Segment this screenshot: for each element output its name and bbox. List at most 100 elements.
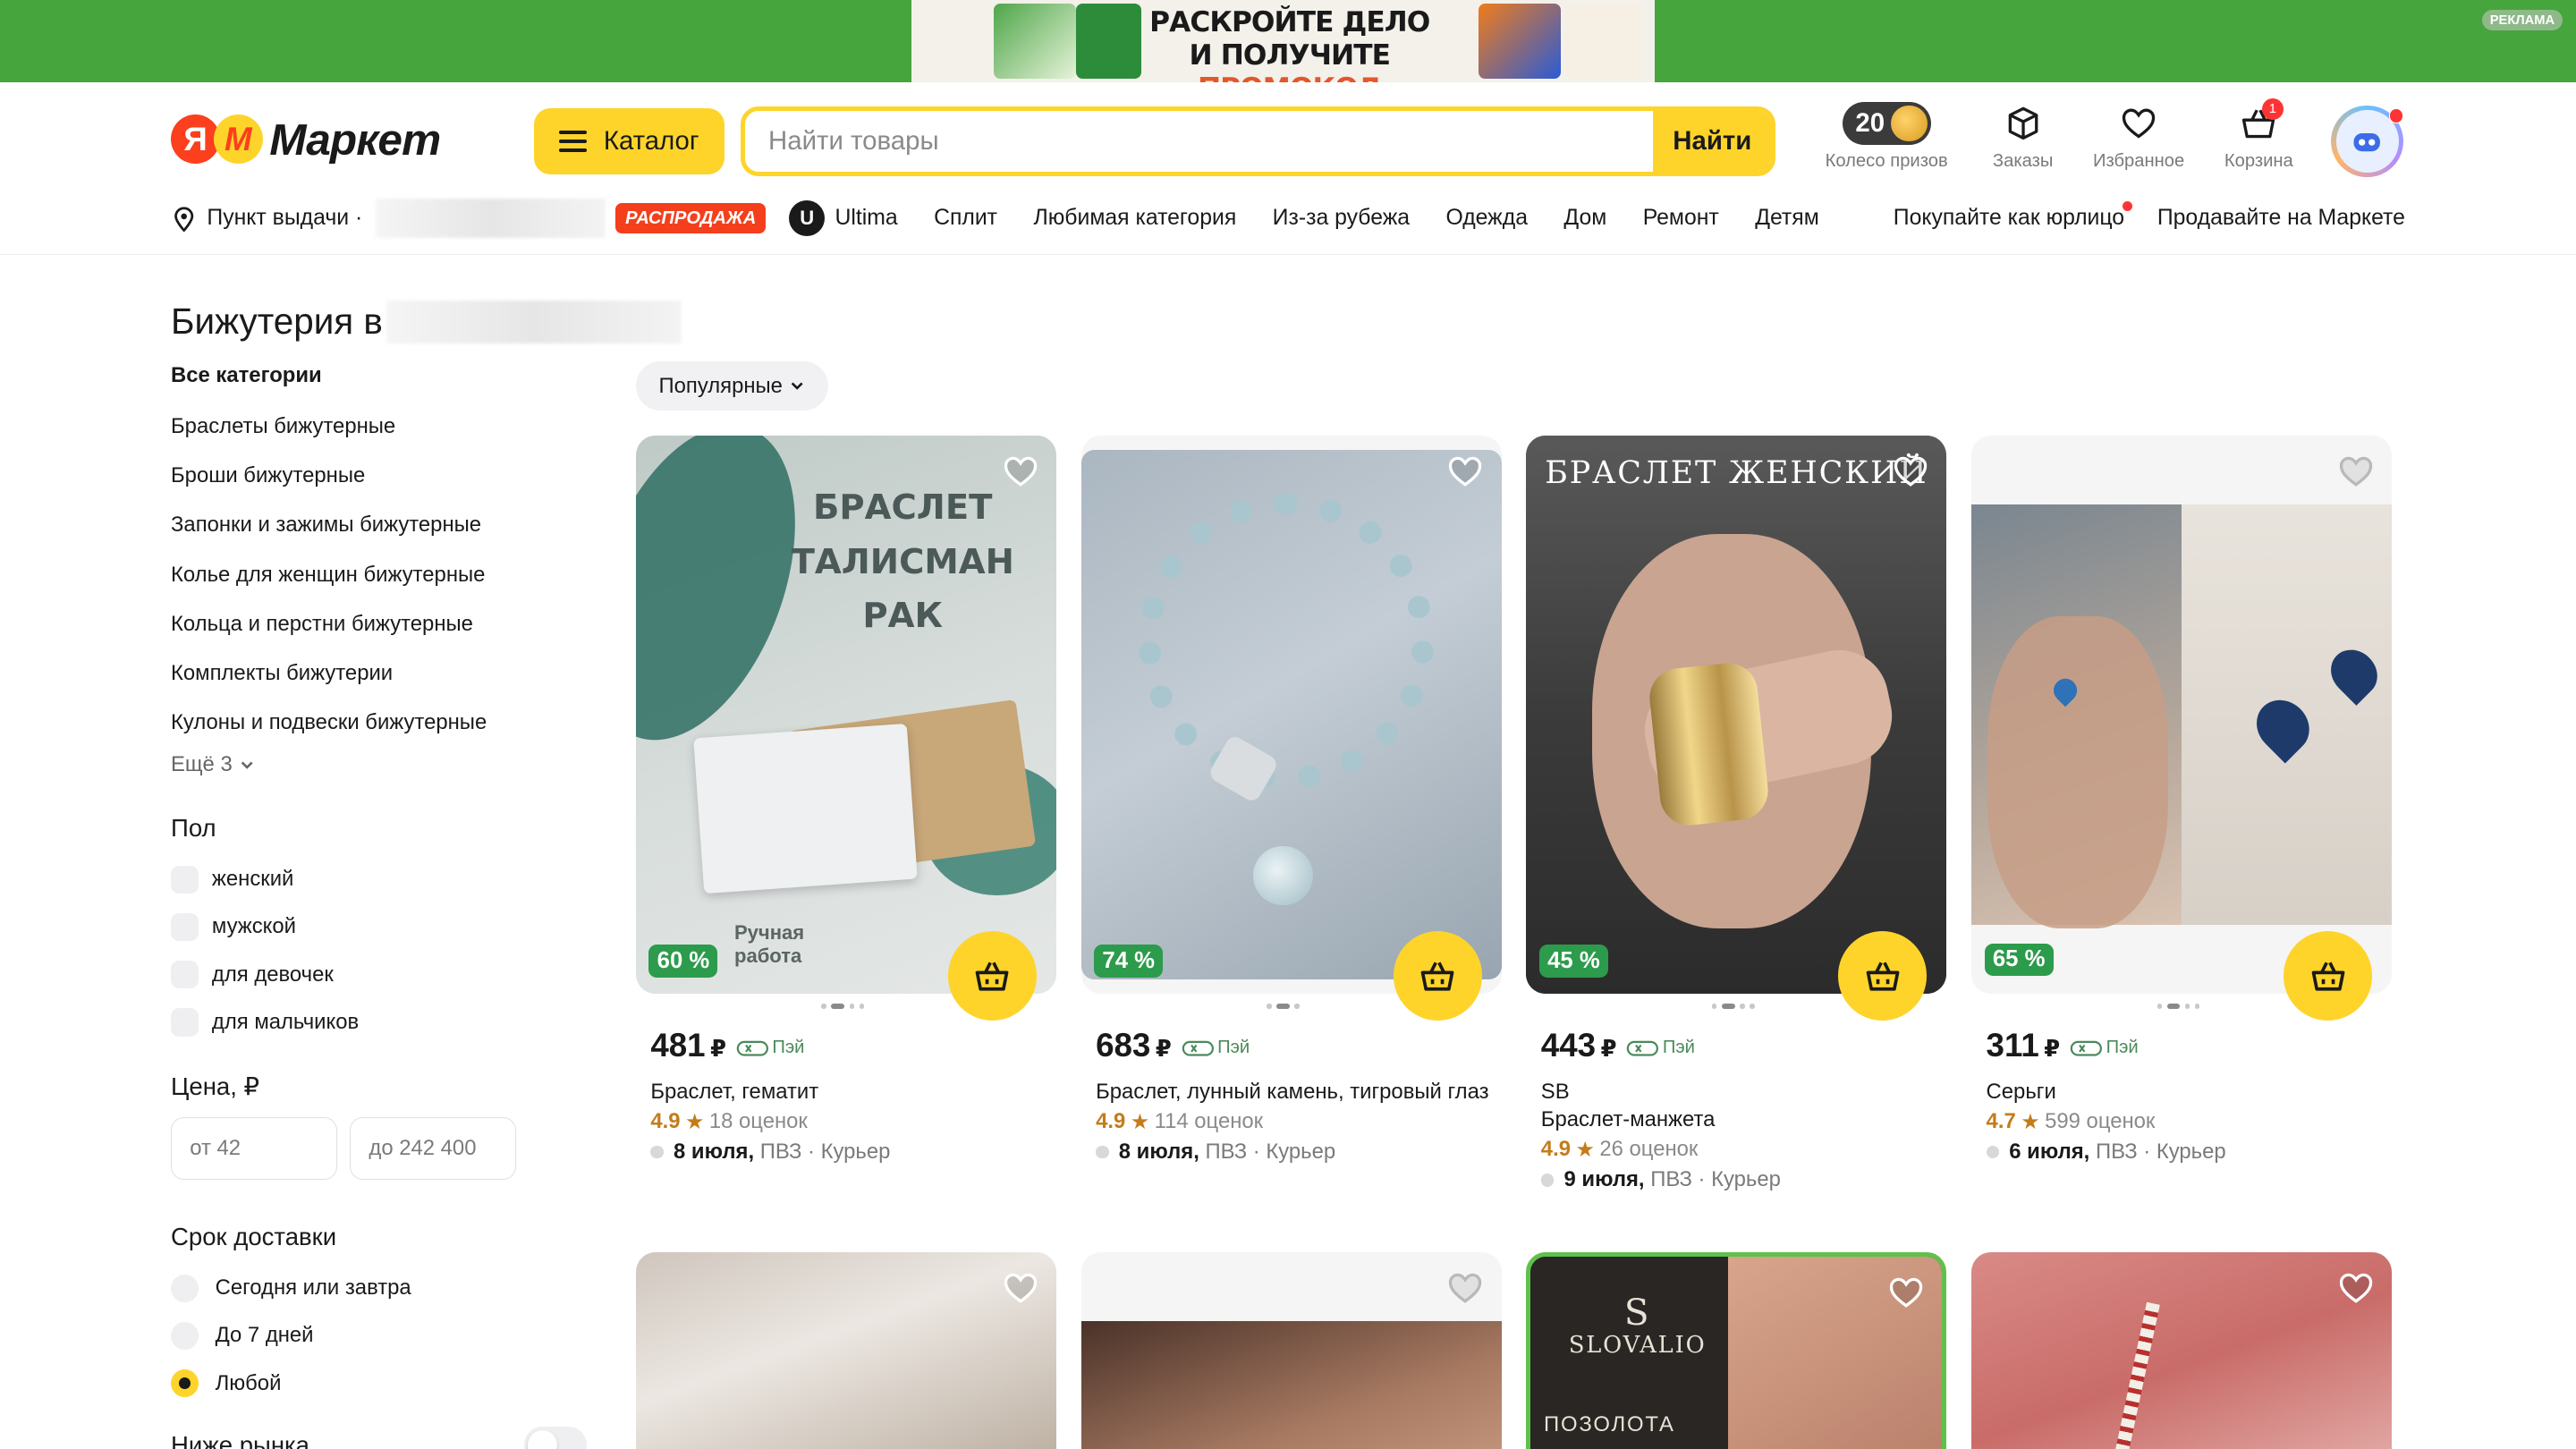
checkbox-label: мужской — [211, 914, 296, 939]
sort-dropdown[interactable]: Популярные — [635, 361, 829, 411]
price-to-input[interactable]: до 242 400 — [350, 1117, 516, 1181]
ad-banner[interactable]: РАСКРОЙТЕ ДЕЛО И ПОЛУЧИТЕ ПРОМОКОД РЕКЛА… — [0, 0, 2576, 82]
ad-creative[interactable]: РАСКРОЙТЕ ДЕЛО И ПОЛУЧИТЕ ПРОМОКОД — [911, 0, 1655, 82]
checkbox-icon — [171, 912, 199, 942]
orders-button[interactable]: Заказы — [1993, 102, 2053, 172]
pickup-point-selector[interactable]: Пункт выдачи · — [171, 199, 606, 239]
delivery-info: 8 июля, ПВЗ · Курьер — [1096, 1140, 1490, 1165]
nav-item-favorite-category[interactable]: Любимая категория — [1033, 206, 1236, 231]
category-link[interactable]: Комплекты бижутерии — [171, 661, 598, 685]
product-card[interactable]: 65 % 311 ₽ Пэй Серьги 4.7 ★ 599 оценок 6 ию… — [1971, 435, 2393, 1164]
price-from-input[interactable]: от 42 — [171, 1117, 337, 1181]
product-card[interactable]: БРАСЛЕТ ТАЛИСМАН РАК Ручная работа 60 % … — [635, 435, 1056, 1164]
product-brand[interactable]: SB — [1541, 1078, 1936, 1106]
sale-badge[interactable]: РАСПРОДАЖА — [615, 203, 767, 234]
category-link[interactable]: Кулоны и подвески бижутерные — [171, 710, 598, 734]
product-card[interactable] — [1080, 1251, 1502, 1449]
delivery-dot-icon — [1986, 1145, 2000, 1159]
category-link[interactable]: Колье для женщин бижутерные — [171, 563, 598, 587]
nav-item-home[interactable]: Дом — [1563, 206, 1606, 231]
add-to-cart-button[interactable] — [1393, 931, 1482, 1021]
buy-as-business-link[interactable]: Покупайте как юрлицо — [1894, 200, 2132, 231]
product-image[interactable] — [1971, 1251, 2393, 1449]
favorite-heart-icon[interactable] — [2336, 1268, 2376, 1315]
price-range: от 42 до 242 400 — [171, 1117, 598, 1181]
price-value: 311 — [1986, 1026, 2039, 1063]
prize-wheel-button[interactable]: 20 Колесо призов — [1826, 101, 1948, 172]
product-image[interactable] — [635, 1251, 1056, 1449]
favorite-heart-icon[interactable] — [1001, 1268, 1040, 1315]
nav-item-clothes[interactable]: Одежда — [1445, 206, 1528, 231]
show-more-categories[interactable]: Ещё 3 — [171, 752, 598, 777]
product-card[interactable]: БРАСЛЕТ ЖЕНСКИЙ 45 % 443 ₽ Пэй SB Браслет… — [1526, 435, 1947, 1191]
gender-checkbox[interactable]: мужской — [171, 912, 598, 942]
favorite-heart-icon[interactable] — [2336, 452, 2376, 498]
product-price: 481 ₽ Пэй — [650, 1027, 1045, 1064]
page-title: Бижутерия в — [171, 301, 682, 343]
product-image[interactable] — [1080, 1251, 1502, 1449]
category-link[interactable]: Броши бижутерные — [171, 463, 598, 487]
discount-badge: 65 % — [1984, 943, 2054, 976]
cart-button[interactable]: 1 Корзина — [2224, 98, 2293, 172]
prize-count: 20 — [1855, 107, 1885, 138]
gender-checkbox[interactable]: для девочек — [171, 961, 598, 989]
product-image[interactable]: 65 % — [1971, 435, 2393, 995]
gender-checkbox[interactable]: для мальчиков — [171, 1008, 598, 1037]
delivery-radio[interactable]: Сегодня или завтра — [171, 1274, 598, 1302]
nav-item-repair[interactable]: Ремонт — [1643, 206, 1719, 231]
product-name[interactable]: Браслет, лунный камень, тигровый глаз — [1096, 1078, 1490, 1106]
below-market-toggle[interactable] — [523, 1427, 587, 1449]
product-card[interactable]: 74 % 683 ₽ Пэй Браслет, лунный камень, ти… — [1080, 435, 1502, 1164]
gender-checkbox[interactable]: женский — [171, 865, 598, 894]
rating-value: 4.7 — [1986, 1109, 2016, 1133]
product-image[interactable]: 74 % — [1080, 435, 1502, 995]
category-link[interactable]: Браслеты бижутерные — [171, 414, 598, 438]
product-name[interactable]: Браслет, гематит — [650, 1078, 1045, 1106]
gender-filter-title: Пол — [171, 813, 216, 842]
currency: ₽ — [1600, 1036, 1617, 1062]
add-to-cart-button[interactable] — [947, 931, 1037, 1021]
favorite-heart-icon[interactable] — [1001, 452, 1040, 498]
product-card[interactable] — [635, 1251, 1056, 1449]
delivery-filter-title: Срок доставки — [171, 1222, 337, 1250]
checkbox-icon — [171, 961, 199, 989]
favorites-button[interactable]: Избранное — [2093, 102, 2184, 172]
delivery-date: 8 июля, — [1118, 1140, 1199, 1164]
image-text: ТАЛИСМАН — [791, 541, 1014, 582]
product-card[interactable] — [1971, 1251, 2393, 1449]
favorite-heart-icon[interactable] — [1891, 452, 1930, 498]
search-input[interactable] — [745, 111, 1654, 172]
nav-item-kids[interactable]: Детям — [1755, 206, 1819, 231]
product-card[interactable]: S SLOVALIO ПОЗОЛОТА — [1526, 1251, 1947, 1449]
all-categories-link[interactable]: Все категории — [171, 363, 598, 388]
add-to-cart-button[interactable] — [2284, 931, 2373, 1021]
nav-item-abroad[interactable]: Из-за рубежа — [1273, 206, 1410, 231]
product-name[interactable]: Серьги — [1987, 1078, 2381, 1106]
favorite-heart-icon[interactable] — [1886, 1273, 1926, 1319]
product-image[interactable]: S SLOVALIO ПОЗОЛОТА — [1526, 1251, 1947, 1449]
product-name[interactable]: Браслет-манжета — [1541, 1106, 1936, 1133]
add-to-cart-button[interactable] — [1838, 931, 1928, 1021]
product-rating: 4.9 ★ 114 оценок — [1096, 1109, 1490, 1135]
delivery-method: ПВЗ · Курьер — [1650, 1167, 1781, 1192]
star-icon: ★ — [1130, 1109, 1150, 1134]
user-avatar[interactable] — [2331, 105, 2404, 178]
product-image[interactable]: БРАСЛЕТ ТАЛИСМАН РАК Ручная работа 60 % — [635, 435, 1056, 995]
nav-item-split[interactable]: Сплит — [934, 206, 997, 231]
nav-item-ultima[interactable]: U Ultima — [789, 200, 898, 237]
image-pagination-dots — [2157, 1004, 2200, 1009]
favorite-heart-icon[interactable] — [1445, 452, 1485, 498]
delivery-radio[interactable]: До 7 дней — [171, 1321, 598, 1351]
sell-on-market-link[interactable]: Продавайте на Маркете — [2157, 206, 2405, 231]
delivery-radio-selected[interactable]: Любой — [171, 1369, 598, 1398]
favorite-heart-icon[interactable] — [1445, 1268, 1485, 1315]
category-link[interactable]: Кольца и перстни бижутерные — [171, 612, 598, 636]
category-link[interactable]: Запонки и зажимы бижутерные — [171, 513, 598, 537]
product-image[interactable]: БРАСЛЕТ ЖЕНСКИЙ 45 % — [1526, 435, 1947, 995]
search-button[interactable]: Найти — [1653, 111, 1772, 172]
market-logo[interactable]: Я M Маркет — [171, 114, 441, 165]
image-text: SLOVALIO — [1568, 1332, 1707, 1360]
star-icon: ★ — [684, 1109, 705, 1134]
catalog-button[interactable]: Каталог — [533, 108, 724, 174]
pickup-label: Пункт выдачи · — [207, 206, 363, 231]
